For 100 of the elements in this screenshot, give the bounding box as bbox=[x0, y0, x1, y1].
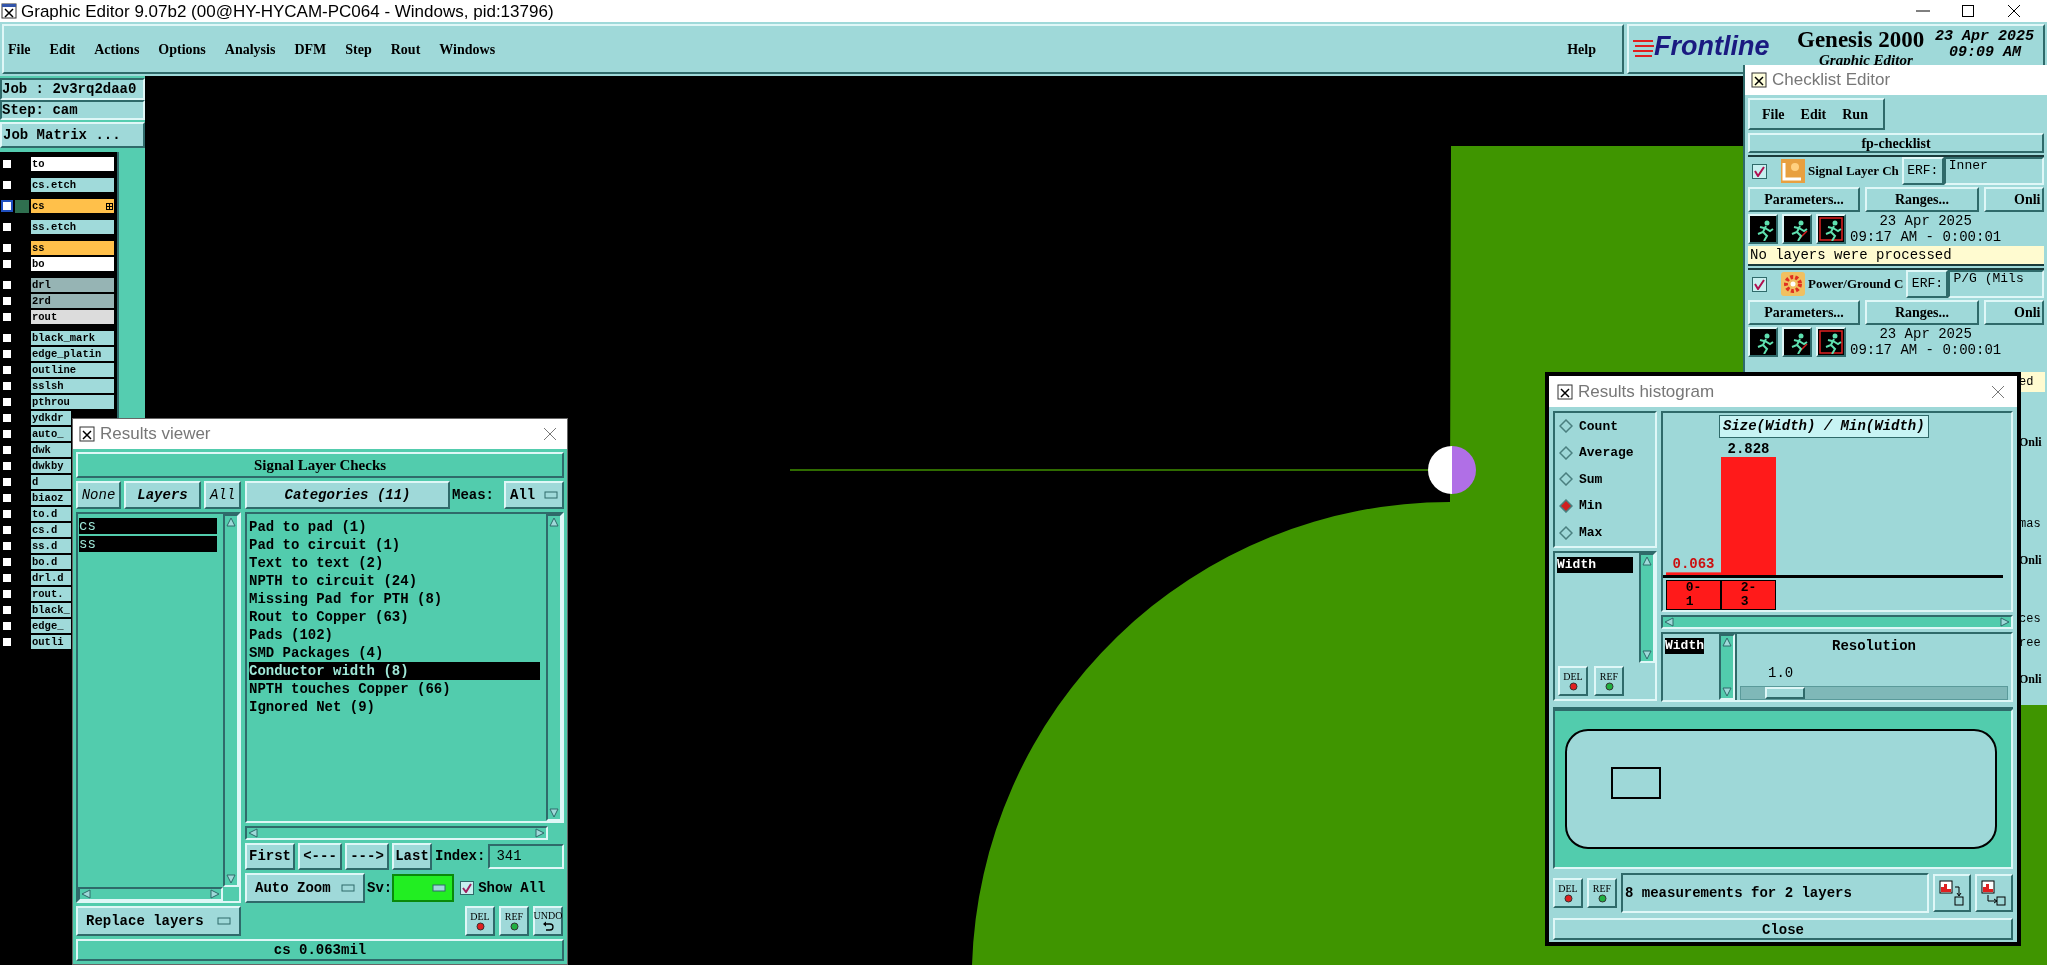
scroll-left-icon[interactable] bbox=[248, 828, 258, 838]
severity-dropdown[interactable] bbox=[392, 874, 455, 902]
layer-name[interactable]: drl.d bbox=[31, 571, 71, 585]
layer-checkbox[interactable] bbox=[1, 221, 13, 233]
layer-checkbox[interactable] bbox=[1, 242, 13, 254]
category-item[interactable]: Missing Pad for PTH (8) bbox=[249, 590, 540, 608]
layer-name[interactable]: rout. bbox=[31, 587, 71, 601]
delete-button[interactable]: DEL bbox=[1558, 666, 1588, 696]
vertical-scrollbar[interactable] bbox=[1719, 634, 1735, 700]
layer-name[interactable]: black_ bbox=[31, 603, 71, 617]
layer-filter-button[interactable]: All bbox=[204, 481, 241, 509]
navigation-button[interactable]: <--- bbox=[298, 843, 342, 870]
layer-checkbox[interactable] bbox=[1, 380, 13, 392]
check-button[interactable]: Ranges... bbox=[1865, 187, 1979, 212]
scroll-down-icon[interactable] bbox=[1642, 650, 1652, 660]
scroll-up-icon[interactable] bbox=[1722, 637, 1732, 647]
layer-name[interactable]: biaoz bbox=[31, 491, 71, 505]
category-item[interactable]: Ignored Net (9) bbox=[249, 698, 540, 716]
layer-checkbox[interactable] bbox=[1, 636, 13, 648]
layer-checkbox[interactable] bbox=[1, 444, 13, 456]
undo-button[interactable]: UNDO bbox=[533, 906, 563, 936]
import-chart-button[interactable] bbox=[1975, 874, 2013, 912]
run-framed-button[interactable] bbox=[1816, 214, 1846, 244]
layer-checkbox[interactable] bbox=[1, 524, 13, 536]
delete-button[interactable]: DEL bbox=[1553, 878, 1583, 908]
layer-checkbox[interactable] bbox=[1, 508, 13, 520]
navigation-button[interactable]: ---> bbox=[345, 843, 389, 870]
menu-item[interactable]: Options bbox=[158, 38, 206, 60]
run-partial-button[interactable] bbox=[1782, 327, 1812, 357]
layer-name[interactable]: to bbox=[31, 157, 114, 171]
menu-item[interactable]: Analysis bbox=[224, 38, 276, 60]
layer-checkbox[interactable] bbox=[1, 428, 13, 440]
check-button[interactable]: Onli bbox=[1984, 300, 2044, 325]
menu-item[interactable]: File bbox=[8, 38, 31, 60]
radio-label[interactable]: Min bbox=[1579, 496, 1603, 516]
scroll-right-icon[interactable] bbox=[535, 828, 545, 838]
navigation-button[interactable]: Last bbox=[392, 843, 432, 870]
layer-name[interactable]: rout bbox=[31, 310, 114, 324]
layer-checkbox[interactable] bbox=[1, 364, 13, 376]
layer-checkbox[interactable] bbox=[1, 460, 13, 472]
category-item[interactable]: NPTH touches Copper (66) bbox=[249, 680, 540, 698]
help-menu[interactable]: Help bbox=[1567, 38, 1596, 60]
index-field[interactable]: 341 bbox=[488, 844, 564, 869]
layer-name[interactable]: ss bbox=[31, 241, 114, 255]
zoom-mode-dropdown[interactable]: Auto Zoom bbox=[245, 873, 365, 903]
layer-checkbox[interactable] bbox=[1, 588, 13, 600]
scroll-left-icon[interactable] bbox=[1664, 617, 1674, 627]
layer-checkbox[interactable] bbox=[1, 295, 13, 307]
layer-list-item[interactable]: cs bbox=[79, 518, 217, 534]
categories-button[interactable]: Categories (11) bbox=[245, 481, 450, 509]
scroll-up-icon[interactable] bbox=[1642, 556, 1652, 566]
checkbox[interactable] bbox=[1752, 276, 1767, 292]
layer-name[interactable]: 2rd bbox=[31, 294, 114, 308]
layer-checkbox[interactable] bbox=[1, 332, 13, 344]
erf-field[interactable]: Inner bbox=[1943, 157, 2044, 185]
layer-name[interactable]: bo bbox=[31, 257, 114, 271]
navigation-button[interactable]: First bbox=[245, 843, 295, 870]
vertical-scrollbar[interactable] bbox=[1639, 553, 1655, 663]
category-item[interactable]: Pad to circuit (1) bbox=[249, 536, 540, 554]
category-item[interactable]: Text to text (2) bbox=[249, 554, 540, 572]
layer-checkbox[interactable] bbox=[1, 412, 13, 424]
scroll-left-icon[interactable] bbox=[81, 889, 91, 899]
layer-name[interactable]: ydkdr bbox=[31, 411, 71, 425]
scroll-up-icon[interactable] bbox=[549, 517, 559, 527]
layer-filter-button[interactable]: Layers bbox=[124, 481, 201, 509]
checkbox[interactable] bbox=[1752, 163, 1767, 179]
layer-checkbox[interactable] bbox=[1, 620, 13, 632]
menu-item[interactable]: Actions bbox=[94, 38, 140, 60]
category-item[interactable]: SMD Packages (4) bbox=[249, 644, 540, 662]
vertical-scrollbar[interactable] bbox=[546, 514, 562, 821]
layer-name[interactable]: sslsh bbox=[31, 379, 114, 393]
layer-checkbox[interactable] bbox=[1, 311, 13, 323]
delete-button[interactable]: DEL bbox=[465, 906, 495, 936]
radio-label[interactable]: Average bbox=[1579, 443, 1634, 463]
menu-item[interactable]: Step bbox=[345, 38, 372, 60]
run-partial-button[interactable] bbox=[1782, 214, 1812, 244]
layer-name[interactable]: auto_ bbox=[31, 427, 71, 441]
measure-filter-dropdown[interactable]: All bbox=[504, 481, 564, 509]
layer-name[interactable]: edge_platin bbox=[31, 347, 114, 361]
layer-checkbox[interactable] bbox=[1, 258, 13, 270]
replace-layers-dropdown[interactable]: Replace layers bbox=[76, 906, 241, 936]
menu-item[interactable]: DFM bbox=[294, 38, 327, 60]
attribute-item[interactable]: Width bbox=[1665, 638, 1704, 654]
layer-checkbox[interactable] bbox=[1, 476, 13, 488]
erf-field[interactable]: P/G (Mils bbox=[1948, 270, 2044, 298]
attribute-item[interactable]: Width bbox=[1557, 557, 1633, 573]
job-matrix-button[interactable]: Job Matrix ... bbox=[0, 122, 145, 148]
layer-checkbox[interactable] bbox=[1, 158, 13, 170]
slider-thumb[interactable] bbox=[1764, 687, 1805, 699]
close-button[interactable]: Close bbox=[1553, 918, 2013, 940]
layer-list-item[interactable]: ss bbox=[79, 536, 217, 552]
category-item[interactable]: Pads (102) bbox=[249, 626, 540, 644]
check-button[interactable]: Parameters... bbox=[1748, 187, 1860, 212]
layer-name[interactable]: outline bbox=[31, 363, 114, 377]
category-item[interactable]: Pad to pad (1) bbox=[249, 518, 540, 536]
layer-name[interactable]: ss.d bbox=[31, 539, 71, 553]
menu-item[interactable]: Run bbox=[1842, 103, 1868, 125]
erf-button[interactable]: ERF: bbox=[1906, 270, 1949, 298]
layer-checkbox[interactable] bbox=[1, 279, 13, 291]
menu-item[interactable]: File bbox=[1762, 103, 1785, 125]
